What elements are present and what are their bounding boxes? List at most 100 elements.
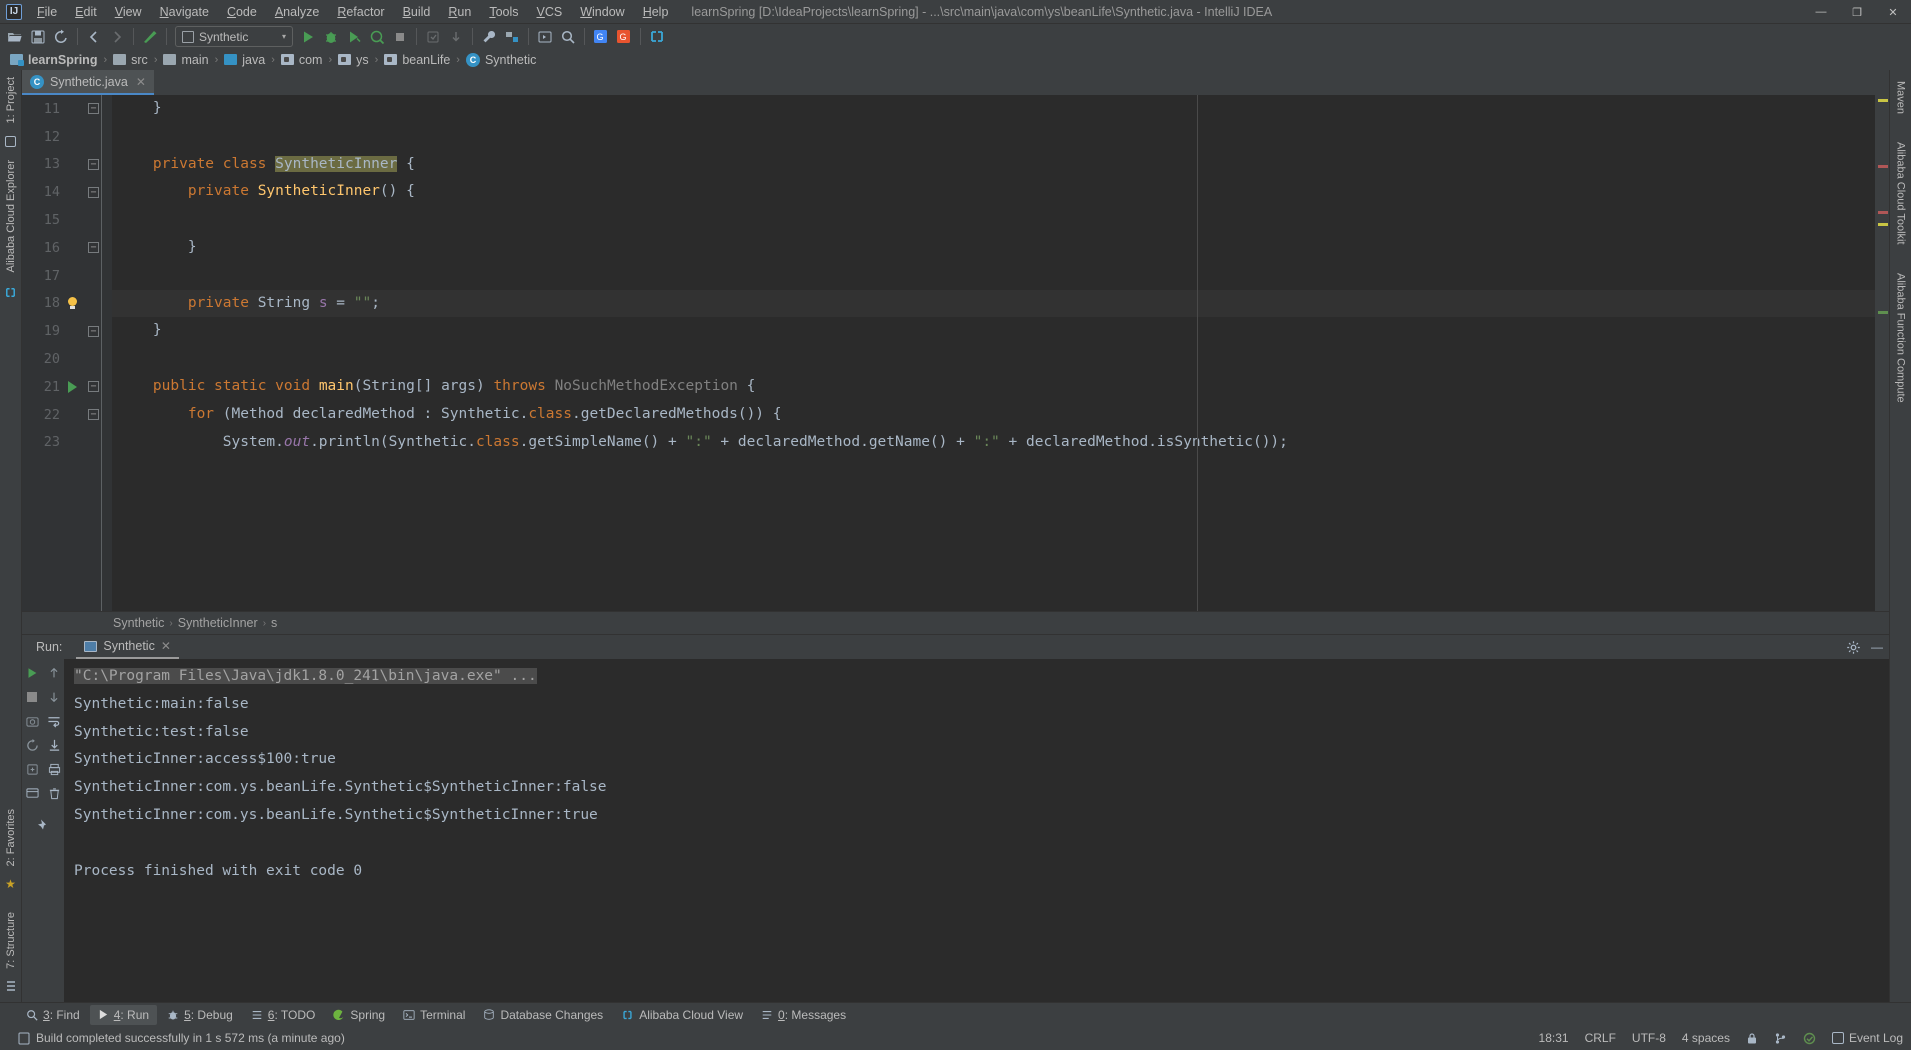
bottom-tab-4-run[interactable]: 4: Run: [89, 1004, 158, 1025]
menu-item-run[interactable]: Run: [439, 2, 480, 22]
project-structure-icon[interactable]: [501, 26, 523, 48]
commit-icon[interactable]: [422, 26, 444, 48]
breadcrumb-item-beanlife[interactable]: beanLife: [380, 52, 454, 68]
breadcrumb-item-synthetic[interactable]: Synthetic: [462, 52, 540, 68]
code-line[interactable]: [112, 345, 1875, 373]
sidebar-item-alibaba-cloud-explorer[interactable]: Alibaba Cloud Explorer: [2, 153, 20, 280]
editor-tab-synthetic-java[interactable]: Synthetic.java ✕: [22, 70, 154, 95]
event-log-button[interactable]: Event Log: [1831, 1031, 1903, 1045]
error-stripe-mark[interactable]: [1878, 211, 1888, 214]
gutter-row[interactable]: 14 −: [22, 178, 112, 206]
select-in-icon[interactable]: [534, 26, 556, 48]
gutter-row[interactable]: 21 −: [22, 373, 112, 401]
stop-icon[interactable]: [389, 26, 411, 48]
fold-collapse-icon[interactable]: −: [88, 409, 99, 421]
scroll-up-icon[interactable]: [44, 663, 64, 683]
warning-stripe-mark[interactable]: [1878, 99, 1888, 102]
update-project-icon[interactable]: [139, 26, 161, 48]
gutter-row[interactable]: 17: [22, 262, 112, 290]
close-icon[interactable]: ✕: [136, 75, 146, 89]
menu-item-analyze[interactable]: Analyze: [266, 2, 328, 22]
build-wrench-icon[interactable]: [478, 26, 500, 48]
breadcrumb-item-src[interactable]: src: [109, 52, 152, 68]
soft-wrap-icon[interactable]: [44, 711, 64, 731]
run-configuration-selector[interactable]: Synthetic ▾: [175, 26, 293, 47]
code-line[interactable]: for (Method declaredMethod : Synthetic.c…: [112, 401, 1875, 429]
bottom-tab-0-messages[interactable]: 0: Messages: [753, 1005, 854, 1025]
breadcrumb-item-learnspring[interactable]: learnSpring: [6, 52, 101, 68]
fold-collapse-icon[interactable]: −: [88, 325, 99, 337]
gutter-row[interactable]: 11 −: [22, 95, 112, 123]
editor-gutter[interactable]: 11 − 12 13 − 14 − 15 16 − 17 18 19 − 20 21 − 22 − 23: [22, 95, 112, 611]
editor-breadcrumb-syntheticinner[interactable]: SyntheticInner: [173, 616, 263, 630]
google-icon[interactable]: G: [613, 26, 635, 48]
code-line[interactable]: private class SyntheticInner {: [112, 151, 1875, 179]
fold-collapse-icon[interactable]: −: [88, 242, 99, 254]
settings-gear-icon[interactable]: [1846, 640, 1861, 655]
menu-item-navigate[interactable]: Navigate: [151, 2, 218, 22]
pin-icon[interactable]: [33, 815, 53, 835]
bottom-tab-alibaba-cloud-view[interactable]: Alibaba Cloud View: [613, 1005, 751, 1025]
code-line[interactable]: [112, 123, 1875, 151]
close-icon[interactable]: ✕: [161, 639, 171, 653]
update-icon[interactable]: [445, 26, 467, 48]
export-icon[interactable]: [22, 759, 42, 779]
menu-item-refactor[interactable]: Refactor: [328, 2, 393, 22]
alibaba-cloud-icon[interactable]: [646, 26, 668, 48]
bottom-tab-database-changes[interactable]: Database Changes: [475, 1005, 611, 1025]
editor-breadcrumb-s[interactable]: s: [266, 616, 282, 630]
console-settings-icon[interactable]: [22, 783, 42, 803]
error-stripe-mark[interactable]: [1878, 165, 1888, 168]
gutter-row[interactable]: 13 −: [22, 151, 112, 179]
sidebar-item-structure[interactable]: 7: Structure: [2, 905, 20, 976]
encoding-indicator[interactable]: UTF-8: [1632, 1031, 1666, 1045]
bottom-tab-terminal[interactable]: Terminal: [395, 1005, 473, 1025]
trash-icon[interactable]: [44, 783, 64, 803]
debug-button-icon[interactable]: [320, 26, 342, 48]
error-stripe-gutter[interactable]: [1875, 95, 1889, 611]
line-separator-indicator[interactable]: CRLF: [1585, 1031, 1616, 1045]
code-line[interactable]: }: [112, 234, 1875, 262]
menu-item-tools[interactable]: Tools: [480, 2, 527, 22]
scroll-down-icon[interactable]: [44, 687, 64, 707]
save-all-icon[interactable]: [27, 26, 49, 48]
sidebar-item-maven[interactable]: Maven: [1892, 74, 1910, 121]
menu-item-file[interactable]: File: [28, 2, 66, 22]
code-line[interactable]: System.out.println(Synthetic.class.getSi…: [112, 429, 1875, 457]
back-arrow-icon[interactable]: [83, 26, 105, 48]
info-stripe-mark[interactable]: [1878, 311, 1888, 314]
rerun-icon[interactable]: [22, 663, 42, 683]
intention-bulb-icon[interactable]: [64, 296, 80, 310]
forward-arrow-icon[interactable]: [106, 26, 128, 48]
menu-item-edit[interactable]: Edit: [66, 2, 106, 22]
gutter-row[interactable]: 20: [22, 345, 112, 373]
maximize-button[interactable]: ❐: [1839, 0, 1875, 24]
scroll-to-end-icon[interactable]: [44, 735, 64, 755]
stop-icon[interactable]: [22, 687, 42, 707]
code-text-area[interactable]: } private class SyntheticInner { private…: [112, 95, 1875, 611]
capture-dump-icon[interactable]: [22, 711, 42, 731]
code-line[interactable]: private SyntheticInner() {: [112, 178, 1875, 206]
rerun-failed-icon[interactable]: [22, 735, 42, 755]
lock-icon[interactable]: [1746, 1032, 1758, 1045]
profile-icon[interactable]: [366, 26, 388, 48]
gutter-row[interactable]: 12: [22, 123, 112, 151]
menu-item-vcs[interactable]: VCS: [528, 2, 572, 22]
breadcrumb-item-com[interactable]: com: [277, 52, 327, 68]
gutter-row[interactable]: 23: [22, 429, 112, 457]
run-tab-synthetic[interactable]: Synthetic ✕: [76, 635, 179, 659]
fold-collapse-icon[interactable]: −: [88, 186, 99, 198]
bottom-tab-3-find[interactable]: 3: Find: [18, 1005, 88, 1025]
close-button[interactable]: ✕: [1875, 0, 1911, 24]
gutter-row[interactable]: 18: [22, 290, 112, 318]
code-line[interactable]: public static void main(String[] args) t…: [112, 373, 1875, 401]
sidebar-item-favorites[interactable]: 2: Favorites: [2, 802, 20, 873]
gutter-row[interactable]: 15: [22, 206, 112, 234]
menu-item-help[interactable]: Help: [634, 2, 678, 22]
inspection-icon[interactable]: [1803, 1032, 1816, 1045]
menu-item-build[interactable]: Build: [394, 2, 440, 22]
minimize-button[interactable]: —: [1803, 0, 1839, 24]
google-translate-icon[interactable]: G: [590, 26, 612, 48]
bottom-tab-spring[interactable]: Spring: [325, 1005, 393, 1025]
fold-collapse-icon[interactable]: −: [88, 381, 99, 393]
